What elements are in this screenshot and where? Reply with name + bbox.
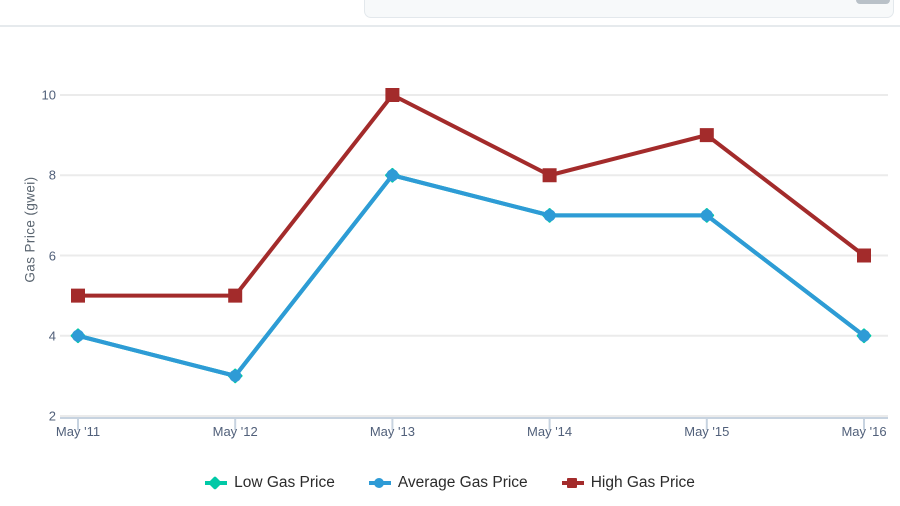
toolbar-button[interactable]: [856, 0, 890, 4]
legend-item[interactable]: High Gas Price: [561, 474, 695, 492]
y-tick-label: 6: [48, 248, 56, 263]
y-tick-label: 10: [41, 87, 56, 103]
y-tick-label: 4: [48, 328, 56, 344]
data-point[interactable]: [857, 248, 871, 263]
x-tick-label: May '13: [369, 424, 415, 439]
legend-item[interactable]: Average Gas Price: [368, 474, 528, 492]
data-point[interactable]: [71, 288, 85, 303]
data-point[interactable]: [229, 369, 242, 382]
x-tick-label: May '12: [212, 424, 258, 439]
data-point[interactable]: [700, 209, 713, 222]
data-point[interactable]: [386, 169, 399, 182]
x-tick-label: May '14: [527, 424, 573, 439]
data-point[interactable]: [543, 209, 556, 222]
series-line: [76, 173, 866, 378]
data-point[interactable]: [699, 128, 714, 143]
legend-swatch-icon: [561, 476, 584, 490]
data-point[interactable]: [72, 329, 84, 342]
legend-swatch-icon: [205, 475, 228, 491]
legend-item[interactable]: Low Gas Price: [205, 474, 335, 492]
data-point[interactable]: [858, 329, 870, 342]
legend-swatch-icon: [368, 476, 391, 490]
x-tick-label: May '16: [841, 424, 887, 439]
legend-item-label: High Gas Price: [590, 474, 695, 491]
chart-legend: Low Gas Price Average Gas Price High Gas P…: [0, 474, 900, 492]
x-tick-label: May '11: [55, 424, 101, 439]
gas-price-line-chart: Gas Price (gwei) 10 8 6 4 2 May '11 May '12 Ma…: [0, 26, 900, 506]
y-axis-title: Gas Price (gwei): [22, 176, 38, 283]
legend-item-label: Low Gas Price: [234, 474, 335, 491]
y-tick-label: 8: [48, 167, 56, 183]
y-tick-label: 2: [48, 408, 56, 424]
top-chrome-strip: [0, 0, 900, 27]
x-tick-label: May '15: [684, 424, 730, 439]
data-point[interactable]: [542, 168, 557, 183]
toolbar-panel[interactable]: [364, 0, 894, 18]
legend-item-label: Average Gas Price: [397, 474, 528, 491]
series-line: [76, 173, 866, 378]
data-point[interactable]: [228, 288, 243, 303]
data-point[interactable]: [385, 88, 400, 102]
